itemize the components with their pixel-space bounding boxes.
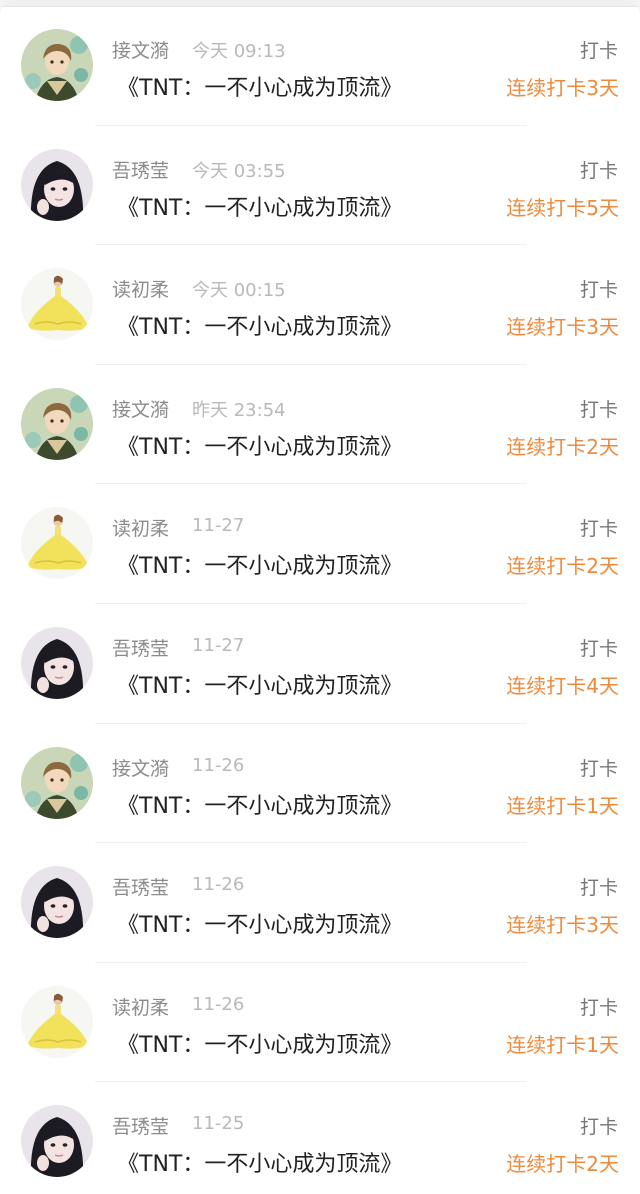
list-item[interactable]: 吾琇莹 11-26 《TNT：一不小心成为顶流》 打卡 连续打卡3天: [0, 843, 640, 963]
user-name[interactable]: 吾琇莹: [112, 634, 169, 661]
avatar[interactable]: [21, 29, 93, 101]
streak-badge: 连续打卡1天: [506, 793, 619, 818]
checkin-label: 打卡: [579, 877, 618, 900]
list-item[interactable]: 吾琇莹 今天 03:55 《TNT：一不小心成为顶流》 打卡 连续打卡5天: [0, 126, 640, 246]
avatar[interactable]: [21, 387, 93, 460]
user-name[interactable]: 接文漪: [112, 395, 169, 422]
timestamp: 11-25: [192, 1113, 245, 1135]
list-item[interactable]: 接文漪 昨天 23:54 《TNT：一不小心成为顶流》 打卡 连续打卡2天: [0, 365, 640, 485]
streak-badge: 连续打卡5天: [506, 195, 619, 220]
streak-badge: 连续打卡3天: [506, 315, 619, 340]
checkin-label: 打卡: [579, 398, 618, 421]
timestamp: 昨天 23:54: [192, 399, 286, 421]
user-name[interactable]: 吾琇莹: [112, 156, 169, 183]
timestamp: 11-26: [192, 993, 245, 1015]
timestamp: 今天 03:55: [192, 160, 286, 182]
checkin-feed-card: 接文漪 今天 09:13 《TNT：一不小心成为顶流》 打卡 连续打卡3天 吾琇…: [0, 0, 640, 1194]
streak-badge: 连续打卡3天: [506, 913, 619, 938]
checkin-feed-list: 接文漪 今天 09:13 《TNT：一不小心成为顶流》 打卡 连续打卡3天 吾琇…: [0, 6, 640, 1194]
timestamp: 11-27: [192, 634, 245, 656]
user-name[interactable]: 读初柔: [112, 993, 169, 1020]
streak-badge: 连续打卡1天: [506, 1032, 619, 1057]
list-item[interactable]: 读初柔 11-27 《TNT：一不小心成为顶流》 打卡 连续打卡2天: [0, 484, 640, 604]
avatar[interactable]: [21, 507, 93, 580]
timestamp: 今天 09:13: [192, 41, 286, 62]
book-title[interactable]: 《TNT：一不小心成为顶流》: [117, 788, 402, 820]
avatar[interactable]: [21, 866, 93, 939]
user-name[interactable]: 吾琇莹: [112, 873, 169, 900]
avatar[interactable]: [21, 148, 93, 221]
checkin-label: 打卡: [579, 996, 618, 1019]
timestamp: 今天 00:15: [192, 280, 286, 302]
book-title[interactable]: 《TNT：一不小心成为顶流》: [117, 668, 402, 700]
avatar[interactable]: [21, 268, 93, 341]
book-title[interactable]: 《TNT：一不小心成为顶流》: [117, 190, 402, 222]
list-item[interactable]: 读初柔 11-26 《TNT：一不小心成为顶流》 打卡 连续打卡1天: [0, 963, 640, 1083]
book-title[interactable]: 《TNT：一不小心成为顶流》: [117, 907, 402, 939]
list-item[interactable]: 接文漪 11-26 《TNT：一不小心成为顶流》 打卡 连续打卡1天: [0, 724, 640, 844]
user-name[interactable]: 吾琇莹: [112, 1112, 169, 1139]
avatar[interactable]: [21, 1105, 93, 1178]
checkin-label: 打卡: [579, 40, 618, 62]
timestamp: 11-26: [192, 874, 245, 896]
user-name[interactable]: 读初柔: [112, 514, 169, 541]
checkin-label: 打卡: [579, 1116, 618, 1139]
list-item[interactable]: 吾琇莹 11-27 《TNT：一不小心成为顶流》 打卡 连续打卡4天: [0, 604, 640, 724]
user-name[interactable]: 接文漪: [112, 754, 169, 781]
list-item[interactable]: 吾琇莹 11-25 《TNT：一不小心成为顶流》 打卡 连续打卡2天: [0, 1082, 640, 1194]
timestamp: 11-27: [192, 515, 245, 537]
checkin-label: 打卡: [579, 757, 618, 780]
checkin-label: 打卡: [579, 637, 618, 660]
book-title[interactable]: 《TNT：一不小心成为顶流》: [117, 1027, 402, 1059]
timestamp: 11-26: [192, 754, 245, 776]
book-title[interactable]: 《TNT：一不小心成为顶流》: [117, 309, 402, 341]
checkin-label: 打卡: [579, 518, 618, 541]
streak-badge: 连续打卡2天: [506, 1152, 619, 1177]
list-item[interactable]: 读初柔 今天 00:15 《TNT：一不小心成为顶流》 打卡 连续打卡3天: [0, 245, 640, 365]
list-item[interactable]: 接文漪 今天 09:13 《TNT：一不小心成为顶流》 打卡 连续打卡3天: [0, 6, 640, 126]
avatar[interactable]: [21, 626, 93, 699]
book-title[interactable]: 《TNT：一不小心成为顶流》: [117, 429, 402, 461]
streak-badge: 连续打卡4天: [506, 673, 619, 698]
user-name[interactable]: 读初柔: [112, 275, 169, 302]
streak-badge: 连续打卡3天: [506, 76, 619, 100]
book-title[interactable]: 《TNT：一不小心成为顶流》: [117, 1146, 402, 1178]
streak-badge: 连续打卡2天: [506, 434, 619, 459]
book-title[interactable]: 《TNT：一不小心成为顶流》: [117, 70, 402, 102]
checkin-label: 打卡: [579, 159, 618, 182]
avatar[interactable]: [21, 746, 93, 819]
user-name[interactable]: 接文漪: [112, 36, 169, 63]
streak-badge: 连续打卡2天: [506, 554, 619, 579]
avatar[interactable]: [21, 985, 93, 1058]
checkin-label: 打卡: [579, 279, 618, 302]
book-title[interactable]: 《TNT：一不小心成为顶流》: [117, 548, 402, 580]
